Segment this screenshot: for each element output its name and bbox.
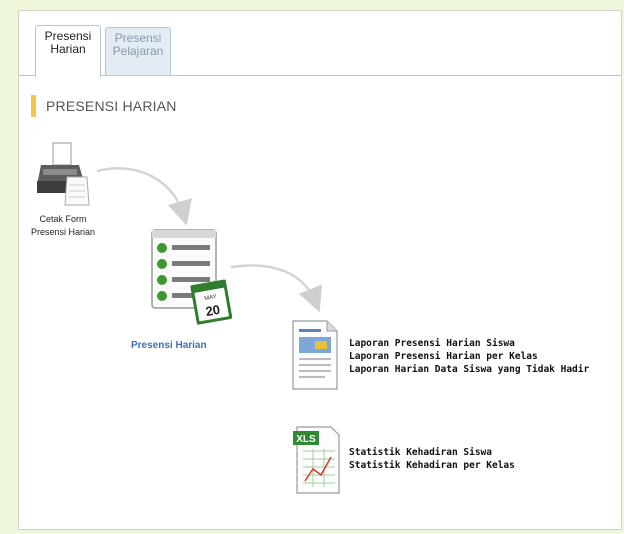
xls-spreadsheet-icon[interactable]: XLS <box>291 421 343 497</box>
print-form-label[interactable]: Cetak Form Presensi Harian <box>23 213 103 239</box>
tab-presensi-pelajaran[interactable]: Presensi Pelajaran <box>105 27 171 75</box>
report-links: Laporan Presensi Harian Siswa Laporan Pr… <box>349 337 589 376</box>
print-form-label-line2: Presensi Harian <box>30 227 96 237</box>
arrow-checklist-to-reports <box>230 264 323 313</box>
tab-presensi-harian[interactable]: Presensi Harian <box>35 25 101 77</box>
statistic-link-2[interactable]: Statistik Kehadiran per Kelas <box>349 459 515 472</box>
main-panel: Presensi Harian Presensi Pelajaran PRESE… <box>18 10 622 530</box>
report-document-icon[interactable] <box>289 317 341 393</box>
tab-divider <box>19 75 621 76</box>
statistic-links: Statistik Kehadiran Siswa Statistik Keha… <box>349 446 515 472</box>
tab-label-line2: Harian <box>50 42 86 56</box>
calendar-day: 20 <box>204 302 221 319</box>
report-link-3[interactable]: Laporan Harian Data Siswa yang Tidak Had… <box>349 363 589 376</box>
checklist-calendar-icon[interactable]: MAY 20 <box>150 226 234 336</box>
print-form-label-line1: Cetak Form <box>39 214 87 224</box>
presensi-harian-link[interactable]: Presensi Harian <box>131 340 207 351</box>
tab-label-line2: Pelajaran <box>112 44 164 58</box>
statistic-link-1[interactable]: Statistik Kehadiran Siswa <box>349 446 515 459</box>
report-link-2[interactable]: Laporan Presensi Harian per Kelas <box>349 350 589 363</box>
arrow-print-to-checklist <box>96 167 192 226</box>
xls-badge: XLS <box>296 434 316 445</box>
printer-icon[interactable] <box>33 141 95 209</box>
page-title: PRESENSI HARIAN <box>31 95 177 117</box>
report-link-1[interactable]: Laporan Presensi Harian Siswa <box>349 337 589 350</box>
